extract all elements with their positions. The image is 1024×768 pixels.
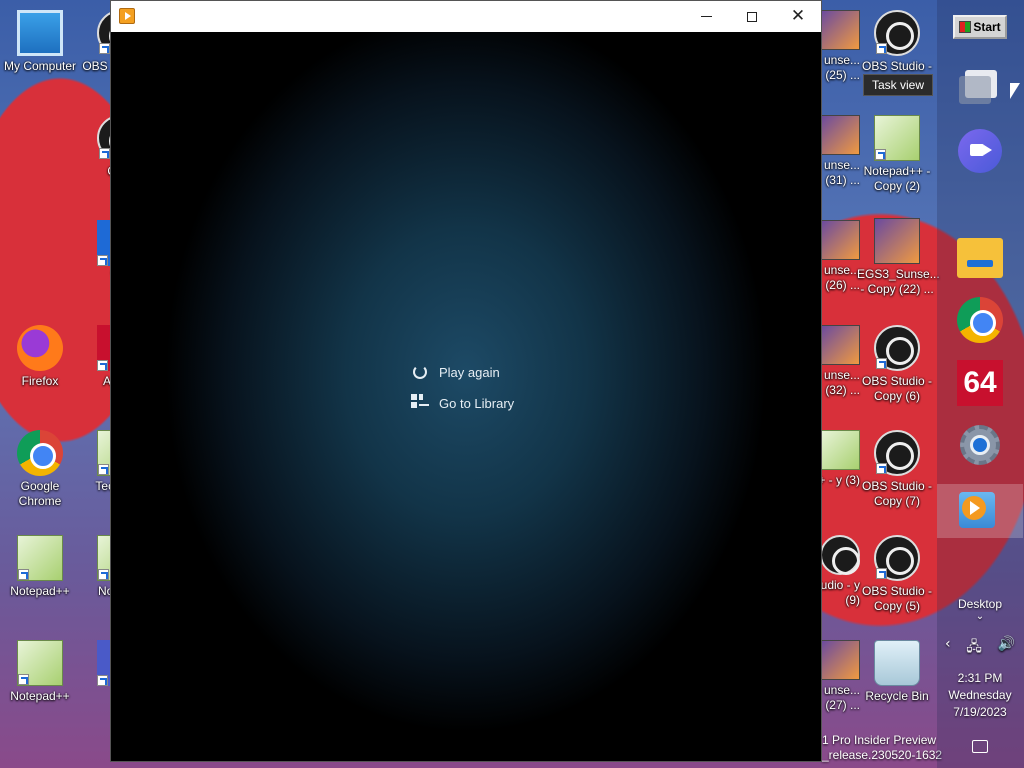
desktop-icon-my-computer[interactable]: My Computer bbox=[0, 10, 80, 74]
desktop-icon-notepad-2[interactable]: Notepad++ bbox=[0, 640, 80, 704]
close-button[interactable]: ✕ bbox=[775, 1, 821, 32]
notepad-plus-plus-icon bbox=[17, 640, 63, 686]
desktop-icon-label: OBS Studio - Copy (7) bbox=[861, 479, 933, 508]
desktop-icon-label: My Computer bbox=[3, 59, 77, 73]
clock-time: 2:31 PM bbox=[957, 671, 1003, 685]
chrome-icon bbox=[17, 430, 63, 476]
desktop-icon-chrome[interactable]: Google Chrome bbox=[0, 430, 80, 509]
play-again-button[interactable]: Play again bbox=[411, 363, 500, 381]
chevron-left-icon[interactable]: ‹ bbox=[945, 636, 951, 660]
clock-date: 7/19/2023 bbox=[953, 705, 1007, 719]
notepad-plus-plus-icon bbox=[874, 115, 920, 161]
chevron-down-icon: ⌄ bbox=[975, 611, 985, 622]
windows-logo-icon bbox=[959, 21, 972, 33]
desktop-icon-label: OBS Studio - Copy (5) bbox=[861, 584, 933, 613]
desktop-icon-label: Notepad++ bbox=[10, 584, 70, 598]
computer-icon bbox=[17, 10, 63, 56]
file-explorer-icon[interactable] bbox=[955, 232, 1005, 282]
task-view-icon[interactable] bbox=[955, 62, 1005, 112]
go-to-library-label: Go to Library bbox=[439, 395, 515, 411]
clock[interactable]: 2:31 PM Wednesday 7/19/2023 bbox=[940, 670, 1020, 721]
chrome-taskbar-icon[interactable] bbox=[955, 295, 1005, 345]
media-player-icon bbox=[119, 8, 135, 24]
show-desktop-button[interactable]: Desktop ⌄ bbox=[946, 597, 1014, 622]
media-player-taskbar-button[interactable] bbox=[937, 484, 1023, 538]
image-file-icon bbox=[820, 10, 860, 50]
recycle-bin-icon bbox=[874, 640, 920, 686]
aida64-icon[interactable]: 64 bbox=[955, 358, 1005, 408]
desktop-icon-label: Firefox bbox=[21, 374, 59, 388]
obs-icon bbox=[820, 535, 860, 575]
desktop-icon-obs-copy-6[interactable]: OBS Studio - Copy (6) bbox=[857, 325, 937, 404]
zoom-icon[interactable] bbox=[955, 126, 1005, 176]
settings-icon[interactable] bbox=[955, 420, 1005, 470]
desktop-icon-label: OBS Studio - Copy (6) bbox=[861, 374, 933, 403]
title-bar[interactable]: ✕ bbox=[111, 1, 821, 32]
minimize-button[interactable] bbox=[683, 1, 729, 32]
close-icon: ✕ bbox=[790, 6, 806, 26]
system-tray: ‹ 🖧 🔊 bbox=[945, 636, 1015, 660]
notification-icon[interactable] bbox=[972, 740, 988, 753]
clock-day: Wednesday bbox=[948, 688, 1012, 702]
obs-icon bbox=[874, 325, 920, 371]
watermark-line-2: _release.230520-1632 bbox=[822, 748, 943, 762]
image-file-icon bbox=[820, 640, 860, 680]
desktop-icon-label: OBS Studio - bbox=[861, 59, 933, 73]
desktop-icon-obs-studio[interactable]: OBS Studio - bbox=[857, 10, 937, 74]
image-file-icon bbox=[820, 220, 860, 260]
desktop-icon-obs-copy-7[interactable]: OBS Studio - Copy (7) bbox=[857, 430, 937, 509]
go-to-library-button[interactable]: Go to Library bbox=[411, 394, 514, 412]
image-file-icon bbox=[820, 325, 860, 365]
firefox-icon bbox=[17, 325, 63, 371]
task-view-tooltip: Task view bbox=[863, 74, 934, 96]
desktop-icon-label: Recycle Bin bbox=[865, 689, 929, 703]
obs-icon bbox=[874, 535, 920, 581]
notepad-plus-plus-icon bbox=[17, 535, 63, 581]
desktop-icon-recycle-bin[interactable]: Recycle Bin bbox=[857, 640, 937, 704]
obs-icon bbox=[874, 10, 920, 56]
start-button[interactable]: Start bbox=[953, 15, 1007, 39]
notepad-plus-plus-icon bbox=[820, 430, 860, 470]
mouse-cursor-icon bbox=[1010, 83, 1020, 99]
play-again-label: Play again bbox=[439, 364, 500, 380]
start-label: Start bbox=[973, 20, 1001, 34]
desktop-label: Desktop bbox=[957, 597, 1003, 611]
desktop-icon-obs-copy-5[interactable]: OBS Studio - Copy (5) bbox=[857, 535, 937, 614]
image-file-icon bbox=[820, 115, 860, 155]
watermark-line-1: 1 Pro Insider Preview bbox=[822, 733, 937, 747]
network-icon[interactable]: 🖧 bbox=[966, 636, 982, 660]
desktop-icon-notepad[interactable]: Notepad++ bbox=[0, 535, 80, 599]
obs-icon bbox=[874, 430, 920, 476]
desktop-icon-egs3[interactable]: EGS3_Sunse... - Copy (22) ... bbox=[857, 218, 940, 297]
desktop-icon-label: EGS3_Sunse... - Copy (22) ... bbox=[857, 267, 940, 296]
player-area[interactable]: Play again Go to Library bbox=[111, 32, 821, 761]
maximize-icon bbox=[747, 11, 757, 22]
aida64-label: 64 bbox=[963, 366, 997, 399]
image-file-icon bbox=[874, 218, 920, 264]
desktop-icon-label: Notepad++ - Copy (2) bbox=[863, 164, 931, 193]
replay-icon bbox=[411, 363, 429, 381]
desktop-icon-label: Google Chrome bbox=[18, 479, 62, 508]
desktop-icon-firefox[interactable]: Firefox bbox=[0, 325, 80, 389]
minimize-icon bbox=[700, 16, 712, 17]
desktop-icon-label: Notepad++ bbox=[10, 689, 70, 703]
media-player-window: ✕ Play again Go to Library bbox=[110, 0, 822, 762]
library-icon bbox=[411, 394, 429, 412]
maximize-button[interactable] bbox=[729, 1, 775, 32]
os-watermark: 1 Pro Insider Preview _release.230520-16… bbox=[822, 733, 942, 763]
desktop-icon-notepad-copy-2[interactable]: Notepad++ - Copy (2) bbox=[857, 115, 937, 194]
volume-icon[interactable]: 🔊 bbox=[998, 636, 1015, 660]
